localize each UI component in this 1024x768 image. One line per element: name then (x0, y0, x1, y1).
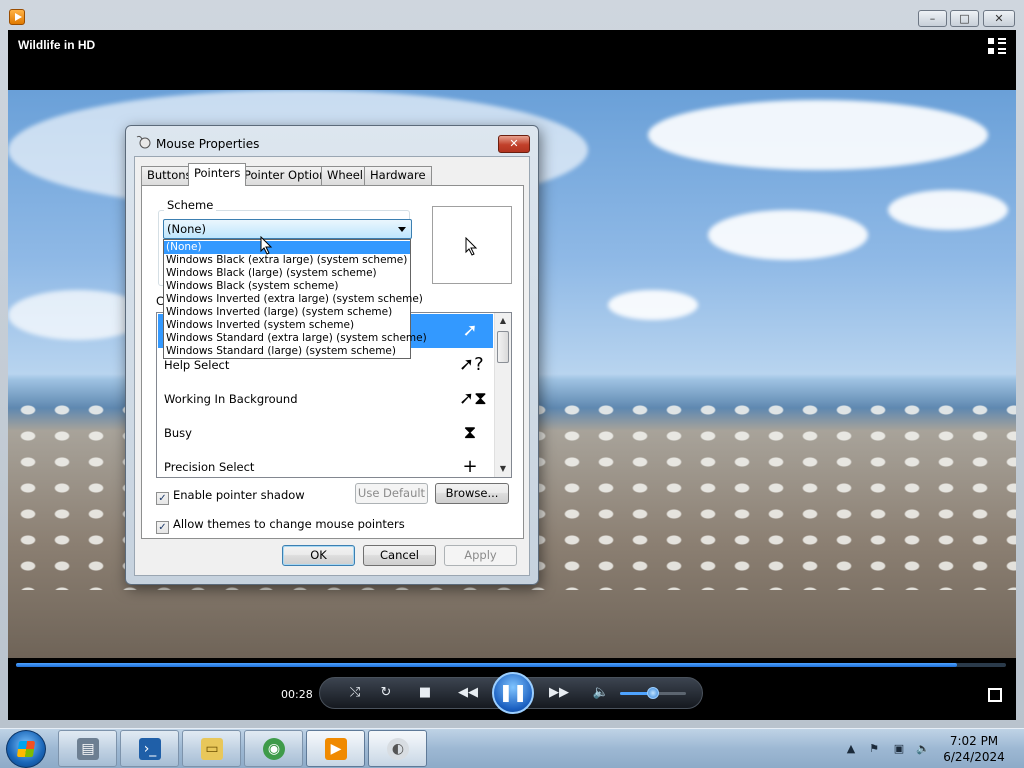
cloud (708, 210, 868, 260)
taskbar-item-powershell[interactable]: ›_ (120, 730, 179, 767)
scheme-option[interactable]: Windows Black (extra large) (system sche… (164, 254, 410, 267)
ok-button[interactable]: OK (282, 545, 355, 566)
help-cursor-icon: ➚? (459, 354, 484, 375)
scheme-dropdown[interactable]: (None) (163, 219, 412, 239)
stop-icon[interactable]: ■ (414, 683, 436, 705)
mouse-pointer-icon (260, 236, 273, 255)
scheme-dropdown-list[interactable]: (None) Windows Black (extra large) (syst… (163, 239, 427, 359)
taskbar-item-explorer[interactable]: ▭ (182, 730, 241, 767)
list-item-label: Precision Select (164, 460, 255, 474)
cloud (648, 100, 988, 170)
scheme-option[interactable]: Windows Standard (extra large) (system s… (164, 332, 427, 345)
network-icon[interactable]: ▣ (892, 742, 906, 756)
cancel-button[interactable]: Cancel (363, 545, 436, 566)
cloud (608, 290, 698, 320)
scheme-option[interactable]: Windows Inverted (extra large) (system s… (164, 293, 423, 306)
volume-icon[interactable]: 🔈 (916, 742, 930, 756)
crosshair-icon: + (462, 456, 478, 477)
arrow-cursor-icon: ➚ (462, 320, 478, 341)
repeat-icon[interactable]: ↻ (375, 683, 397, 705)
start-button[interactable] (6, 730, 46, 768)
cloud (888, 190, 1008, 230)
scroll-down-icon[interactable]: ▼ (495, 461, 511, 477)
pointer-preview (432, 206, 512, 284)
shuffle-icon[interactable]: ⤭ (344, 683, 366, 705)
mouse-icon (136, 135, 151, 149)
playback-controls: 00:28 ⤭ ↻ ■ ◀◀ ❚❚ ▶▶ 🔈 (8, 658, 1016, 720)
media-player-icon (9, 9, 25, 25)
transport-bar: ⤭ ↻ ■ ◀◀ ❚❚ ▶▶ 🔈 (319, 672, 703, 714)
scheme-label: Scheme (164, 198, 217, 212)
volume-slider[interactable] (620, 687, 686, 699)
previous-icon[interactable]: ◀◀ (453, 683, 483, 705)
scheme-option[interactable]: Windows Black (system scheme) (164, 280, 410, 293)
mouse-icon: ◐ (387, 738, 409, 760)
list-scrollbar[interactable]: ▲ ▼ (494, 313, 511, 477)
dialog-title: Mouse Properties (156, 137, 260, 151)
apply-button[interactable]: Apply (444, 545, 517, 566)
scroll-up-icon[interactable]: ▲ (495, 313, 511, 329)
mute-icon[interactable]: 🔈 (590, 683, 612, 705)
volume-knob[interactable] (647, 687, 659, 699)
enable-shadow-label: Enable pointer shadow (173, 488, 305, 502)
taskbar-item-media-player[interactable]: ▶ (306, 730, 365, 767)
list-item-label: Working In Background (164, 392, 298, 406)
next-icon[interactable]: ▶▶ (544, 683, 574, 705)
list-item-label: Help Select (164, 358, 230, 372)
scheme-option[interactable]: Windows Black (large) (system scheme) (164, 267, 410, 280)
list-item[interactable]: Precision Select + (158, 450, 493, 477)
window-titlebar[interactable]: – □ ✕ (0, 0, 1024, 30)
list-item[interactable]: Working In Background ➚⧗ (158, 382, 493, 416)
clock-date: 6/24/2024 (943, 750, 1005, 764)
chevron-down-icon (398, 227, 406, 232)
dialog-titlebar[interactable]: Mouse Properties ✕ (126, 126, 538, 156)
clock-time: 7:02 PM (949, 734, 999, 748)
scheme-option[interactable]: Windows Inverted (system scheme) (164, 319, 410, 332)
scheme-option[interactable]: Windows Inverted (large) (system scheme) (164, 306, 410, 319)
elapsed-time: 00:28 (281, 688, 313, 701)
browse-button[interactable]: Browse... (435, 483, 509, 504)
use-default-button[interactable]: Use Default (355, 483, 428, 504)
working-cursor-icon: ➚⧗ (459, 388, 487, 409)
tab-hardware[interactable]: Hardware (364, 166, 432, 185)
scroll-thumb[interactable] (497, 331, 509, 363)
browser-icon: ◉ (263, 738, 285, 760)
taskbar-item-server-manager[interactable]: ▤ (58, 730, 117, 767)
media-player-icon: ▶ (325, 738, 347, 760)
scheme-option[interactable]: (None) (164, 241, 410, 254)
allow-themes-label: Allow themes to change mouse pointers (173, 517, 405, 531)
tab-wheel[interactable]: Wheel (321, 166, 370, 185)
allow-themes-checkbox[interactable]: ✓ (156, 521, 169, 534)
enable-shadow-row[interactable]: ✓ Enable pointer shadow (156, 488, 305, 505)
show-hidden-icons-icon[interactable]: ▲ (844, 742, 858, 756)
list-item-label: Busy (164, 426, 192, 440)
dialog-close-button[interactable]: ✕ (498, 135, 530, 153)
system-clock[interactable]: 7:02 PM 6/24/2024 (938, 733, 1010, 765)
taskbar-item-mouse-properties[interactable]: ◐ (368, 730, 427, 767)
list-item[interactable]: Busy ⧗ (158, 416, 493, 450)
folder-icon: ▭ (201, 738, 223, 760)
seek-bar[interactable] (16, 663, 1006, 667)
enable-shadow-checkbox[interactable]: ✓ (156, 492, 169, 505)
tab-pointers[interactable]: Pointers (188, 163, 247, 186)
server-manager-icon: ▤ (77, 738, 99, 760)
seek-progress (16, 663, 957, 667)
scheme-selected-value: (None) (167, 222, 206, 236)
arrow-cursor-icon (465, 237, 478, 256)
powershell-icon: ›_ (139, 738, 161, 760)
fullscreen-icon[interactable] (988, 688, 1002, 702)
allow-themes-row[interactable]: ✓ Allow themes to change mouse pointers (156, 517, 405, 534)
action-center-flag-icon[interactable]: ⚑ (867, 742, 881, 756)
close-button[interactable]: ✕ (983, 10, 1015, 27)
taskbar: ▤ ›_ ▭ ◉ ▶ ◐ ▲ ⚑ ▣ 🔈 7:02 PM 6/24/2024 (0, 728, 1024, 768)
scheme-option[interactable]: Windows Standard (large) (system scheme) (164, 345, 410, 358)
maximize-button[interactable]: □ (950, 10, 979, 27)
taskbar-item-browser[interactable]: ◉ (244, 730, 303, 767)
switch-to-library-icon[interactable] (988, 38, 1006, 54)
video-title: Wildlife in HD (18, 38, 96, 52)
minimize-button[interactable]: – (918, 10, 947, 27)
pause-button[interactable]: ❚❚ (492, 672, 534, 714)
hourglass-icon: ⧗ (463, 422, 477, 443)
